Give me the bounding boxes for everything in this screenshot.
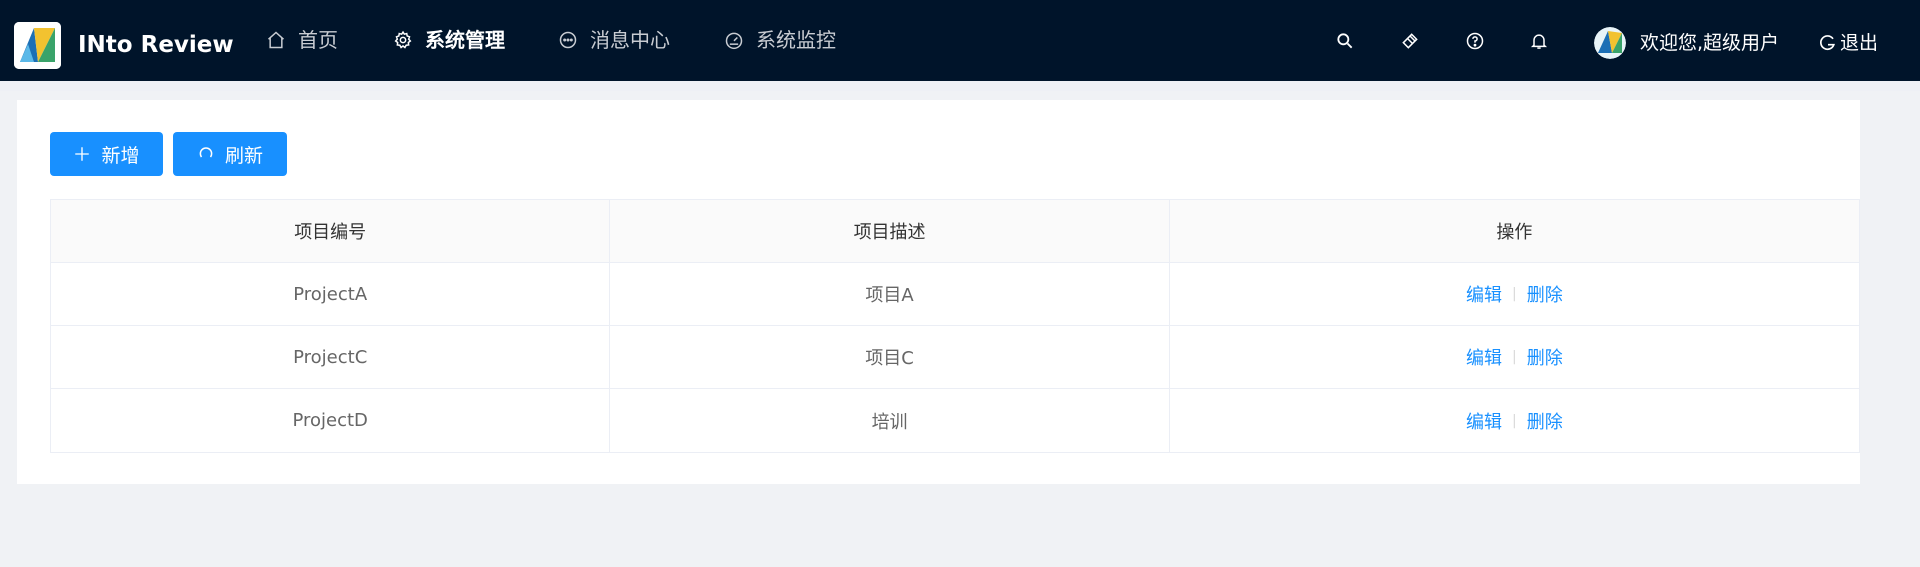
nav-system-management[interactable]: 系统管理 bbox=[393, 22, 505, 58]
refresh-button-label: 刷新 bbox=[224, 144, 263, 167]
app-title: INto Review bbox=[78, 32, 234, 58]
gear-icon bbox=[394, 30, 412, 49]
logout-button[interactable]: 退出 bbox=[1818, 25, 1878, 61]
project-description-cell: 项目C bbox=[610, 326, 1170, 388]
nav-label: 首页 bbox=[298, 28, 338, 52]
app-logo[interactable] bbox=[14, 22, 61, 69]
action-separator: | bbox=[1512, 286, 1517, 302]
user-welcome[interactable]: 欢迎您,超级用户 bbox=[1640, 25, 1779, 61]
actions-cell: 编辑 | 删除 bbox=[1170, 326, 1859, 388]
edit-link[interactable]: 编辑 bbox=[1466, 281, 1502, 307]
nav-system-monitor[interactable]: 系统监控 bbox=[724, 22, 836, 58]
table-header-row: 项目编号 项目描述 操作 bbox=[51, 200, 1859, 263]
edit-link[interactable]: 编辑 bbox=[1466, 408, 1502, 434]
add-button-label: 新增 bbox=[101, 144, 140, 167]
notification-button[interactable] bbox=[1528, 30, 1550, 52]
logout-label: 退出 bbox=[1840, 32, 1879, 54]
delete-link[interactable]: 删除 bbox=[1527, 408, 1563, 434]
delete-link[interactable]: 删除 bbox=[1527, 344, 1563, 370]
table-row: ProjectD 培训 编辑 | 删除 bbox=[51, 389, 1859, 452]
project-description-cell: 培训 bbox=[610, 389, 1170, 452]
plus-icon bbox=[75, 147, 90, 161]
column-header-description: 项目描述 bbox=[610, 200, 1170, 262]
project-code-cell: ProjectA bbox=[51, 263, 611, 325]
actions-cell: 编辑 | 删除 bbox=[1170, 263, 1859, 325]
edit-link[interactable]: 编辑 bbox=[1466, 344, 1502, 370]
action-separator: | bbox=[1512, 412, 1517, 429]
theme-button[interactable] bbox=[1399, 30, 1421, 52]
nav-home[interactable]: 首页 bbox=[266, 22, 338, 58]
refresh-icon bbox=[199, 147, 213, 158]
refresh-button[interactable]: 刷新 bbox=[173, 132, 287, 176]
top-header: INto Review 首页 系统管理 消息中心 系统监控 欢迎您,超级用户 退… bbox=[0, 0, 1920, 81]
column-header-actions: 操作 bbox=[1496, 222, 1533, 243]
bell-icon bbox=[1530, 34, 1548, 49]
project-table: 项目编号 项目描述 操作 ProjectA 项目A 编辑 | 删除 Projec… bbox=[50, 199, 1860, 453]
project-code-cell: ProjectC bbox=[51, 326, 611, 388]
project-code-cell: ProjectD bbox=[51, 389, 611, 452]
avatar[interactable] bbox=[1594, 27, 1626, 59]
nav-label: 系统监控 bbox=[756, 28, 836, 52]
logo-icon bbox=[14, 22, 61, 69]
nav-label: 消息中心 bbox=[590, 28, 670, 52]
nav-message-center[interactable]: 消息中心 bbox=[558, 22, 670, 58]
user-avatar-icon bbox=[1594, 27, 1626, 59]
logout-icon bbox=[1820, 35, 1835, 51]
main-card: 新增 刷新 项目编号 项目描述 操作 ProjectA 项目A 编辑 | 删除 … bbox=[17, 100, 1860, 484]
actions-cell: 编辑 | 删除 bbox=[1170, 389, 1859, 452]
nav-label: 系统管理 bbox=[425, 28, 505, 52]
table-row: ProjectA 项目A 编辑 | 删除 bbox=[51, 263, 1859, 326]
search-icon bbox=[1337, 33, 1353, 49]
dashboard-icon bbox=[725, 32, 743, 50]
ticket-icon bbox=[1402, 33, 1418, 49]
search-button[interactable] bbox=[1334, 30, 1356, 52]
action-separator: | bbox=[1512, 349, 1517, 365]
help-button[interactable] bbox=[1464, 30, 1486, 52]
home-icon bbox=[268, 31, 284, 49]
column-header-code: 项目编号 bbox=[51, 200, 611, 262]
chat-icon bbox=[559, 31, 577, 49]
project-description-cell: 项目A bbox=[610, 263, 1170, 325]
add-button[interactable]: 新增 bbox=[50, 132, 163, 176]
header-shadow-strip bbox=[0, 81, 1920, 91]
table-row: ProjectC 项目C 编辑 | 删除 bbox=[51, 326, 1859, 389]
help-icon bbox=[1466, 32, 1484, 50]
delete-link[interactable]: 删除 bbox=[1527, 281, 1563, 307]
